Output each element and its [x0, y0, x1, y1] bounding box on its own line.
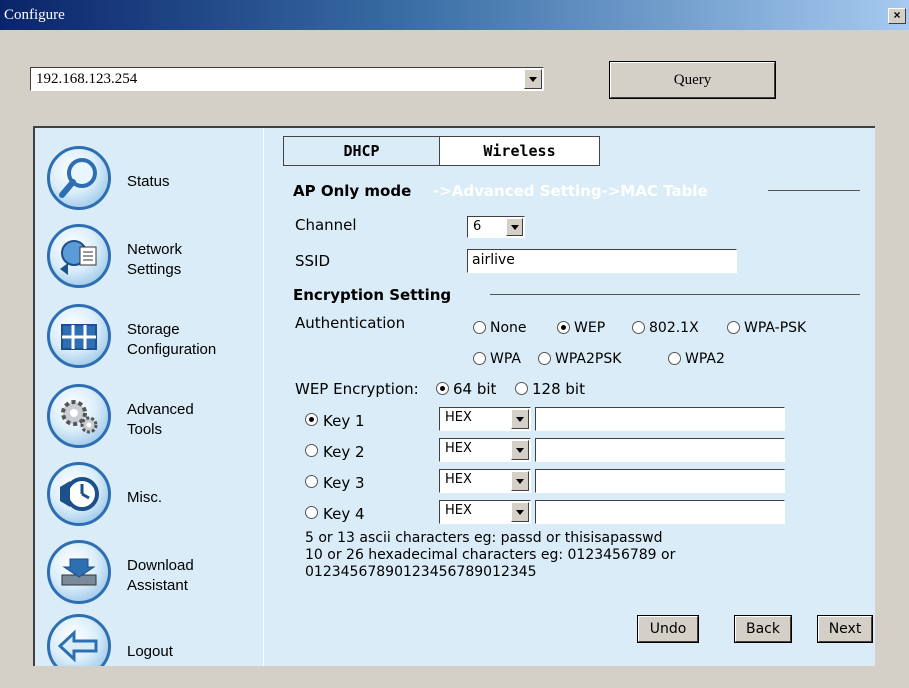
key1-input[interactable]	[535, 407, 785, 431]
key3-format-select[interactable]: HEX	[439, 469, 531, 493]
auth-wpa2-radio[interactable]	[668, 352, 681, 365]
ssid-input[interactable]: airlive	[467, 249, 737, 273]
auth-wpa2psk-radio[interactable]	[538, 352, 551, 365]
undo-button[interactable]: Undo	[637, 615, 699, 643]
wep-128bit-label: 128 bit	[532, 380, 585, 398]
tab-dhcp[interactable]: DHCP	[284, 137, 440, 165]
window-titlebar: Configure ×	[0, 0, 909, 30]
sidebar-item-label: Logout	[127, 643, 173, 660]
key2-format-value: HEX	[445, 441, 472, 456]
chevron-down-icon[interactable]	[524, 69, 542, 89]
sidebar-item-misc[interactable]: Misc.	[47, 462, 262, 534]
auth-wpa2-label: WPA2	[685, 351, 725, 367]
sidebar-item-label: Storage Configuration	[127, 321, 217, 358]
chevron-down-icon[interactable]	[511, 502, 529, 522]
sidebar-item-label: Network Settings	[127, 241, 183, 278]
config-panel: Status Network Settings Storage Configur…	[33, 126, 875, 666]
window-title: Configure	[4, 7, 65, 23]
key4-radio[interactable]	[305, 506, 318, 519]
auth-wpa-psk-label: WPA-PSK	[744, 320, 807, 336]
tab-bar: DHCP Wireless	[283, 136, 600, 166]
auth-wpa-psk-radio[interactable]	[727, 321, 740, 334]
channel-label: Channel	[295, 216, 357, 234]
auth-wpa-radio[interactable]	[473, 352, 486, 365]
key3-format-value: HEX	[445, 472, 472, 487]
sidebar-item-advanced-tools[interactable]: Advanced Tools	[47, 384, 262, 456]
auth-8021x-label: 802.1X	[649, 320, 699, 336]
tab-wireless[interactable]: Wireless	[440, 137, 599, 165]
key-format-help: 5 or 13 ascii characters eg: passd or th…	[305, 530, 675, 581]
sidebar-item-status[interactable]: Status	[47, 146, 262, 218]
divider	[768, 190, 860, 191]
wep-128bit-radio[interactable]	[515, 382, 528, 395]
auth-wep-radio[interactable]	[557, 321, 570, 334]
key1-format-value: HEX	[445, 410, 472, 425]
sidebar-item-logout[interactable]: Logout	[47, 614, 262, 666]
magnifier-icon	[47, 146, 111, 210]
key2-format-select[interactable]: HEX	[439, 438, 531, 462]
chevron-down-icon[interactable]	[511, 409, 529, 429]
sidebar-item-storage-configuration[interactable]: Storage Configuration	[47, 304, 262, 376]
sidebar-divider	[263, 128, 264, 666]
auth-8021x-radio[interactable]	[632, 321, 645, 334]
mode-links[interactable]: ->Advanced Setting->MAC Table	[433, 182, 708, 200]
divider	[490, 294, 860, 295]
network-icon	[47, 224, 111, 288]
chevron-down-icon[interactable]	[511, 471, 529, 491]
auth-wpa-label: WPA	[490, 351, 521, 367]
sidebar-item-download-assistant[interactable]: Download Assistant	[47, 540, 262, 612]
chevron-down-icon[interactable]	[511, 440, 529, 460]
key3-input[interactable]	[535, 469, 785, 493]
key2-radio[interactable]	[305, 444, 318, 457]
key3-label: Key 3	[323, 474, 365, 492]
close-button[interactable]: ×	[888, 8, 906, 24]
auth-wep-label: WEP	[574, 320, 606, 336]
mode-title: AP Only mode	[293, 182, 412, 200]
sidebar-item-label: Status	[127, 173, 170, 190]
wep-encryption-label: WEP Encryption:	[295, 380, 419, 398]
channel-value: 6	[473, 219, 482, 234]
storage-icon	[47, 304, 111, 368]
key4-label: Key 4	[323, 505, 365, 523]
gears-icon	[47, 384, 111, 448]
device-address-select[interactable]: 192.168.123.254	[30, 67, 544, 91]
sidebar-item-label: Advanced Tools	[127, 401, 194, 438]
back-button[interactable]: Back	[734, 615, 792, 643]
help-line: 5 or 13 ascii characters eg: passd or th…	[305, 530, 663, 546]
help-line: 01234567890123456789012345	[305, 564, 537, 580]
wep-64bit-label: 64 bit	[453, 380, 497, 398]
logout-icon	[47, 614, 111, 666]
ssid-label: SSID	[295, 252, 331, 270]
key3-radio[interactable]	[305, 475, 318, 488]
key1-format-select[interactable]: HEX	[439, 407, 531, 431]
encryption-title: Encryption Setting	[293, 286, 452, 304]
key1-radio[interactable]	[305, 413, 318, 426]
key4-format-select[interactable]: HEX	[439, 500, 531, 524]
key2-input[interactable]	[535, 438, 785, 462]
sidebar-item-label: Misc.	[127, 489, 162, 506]
key4-input[interactable]	[535, 500, 785, 524]
auth-none-radio[interactable]	[473, 321, 486, 334]
device-address-value: 192.168.123.254	[36, 71, 138, 87]
authentication-label: Authentication	[295, 314, 406, 332]
sidebar-item-network-settings[interactable]: Network Settings	[47, 224, 262, 296]
query-button[interactable]: Query	[609, 61, 776, 99]
chevron-down-icon[interactable]	[506, 218, 523, 236]
next-button[interactable]: Next	[817, 615, 873, 643]
channel-select[interactable]: 6	[467, 216, 525, 238]
auth-wpa2psk-label: WPA2PSK	[555, 351, 622, 367]
ssid-value: airlive	[472, 252, 515, 268]
clock-icon	[47, 462, 111, 526]
auth-none-label: None	[490, 320, 527, 336]
sidebar-item-label: Download Assistant	[127, 557, 194, 594]
wep-64bit-radio[interactable]	[436, 382, 449, 395]
key2-label: Key 2	[323, 443, 365, 461]
sidebar: Status Network Settings Storage Configur…	[35, 128, 263, 666]
key4-format-value: HEX	[445, 503, 472, 518]
help-line: 10 or 26 hexadecimal characters eg: 0123…	[305, 547, 676, 563]
key1-label: Key 1	[323, 412, 365, 430]
download-icon	[47, 540, 111, 604]
